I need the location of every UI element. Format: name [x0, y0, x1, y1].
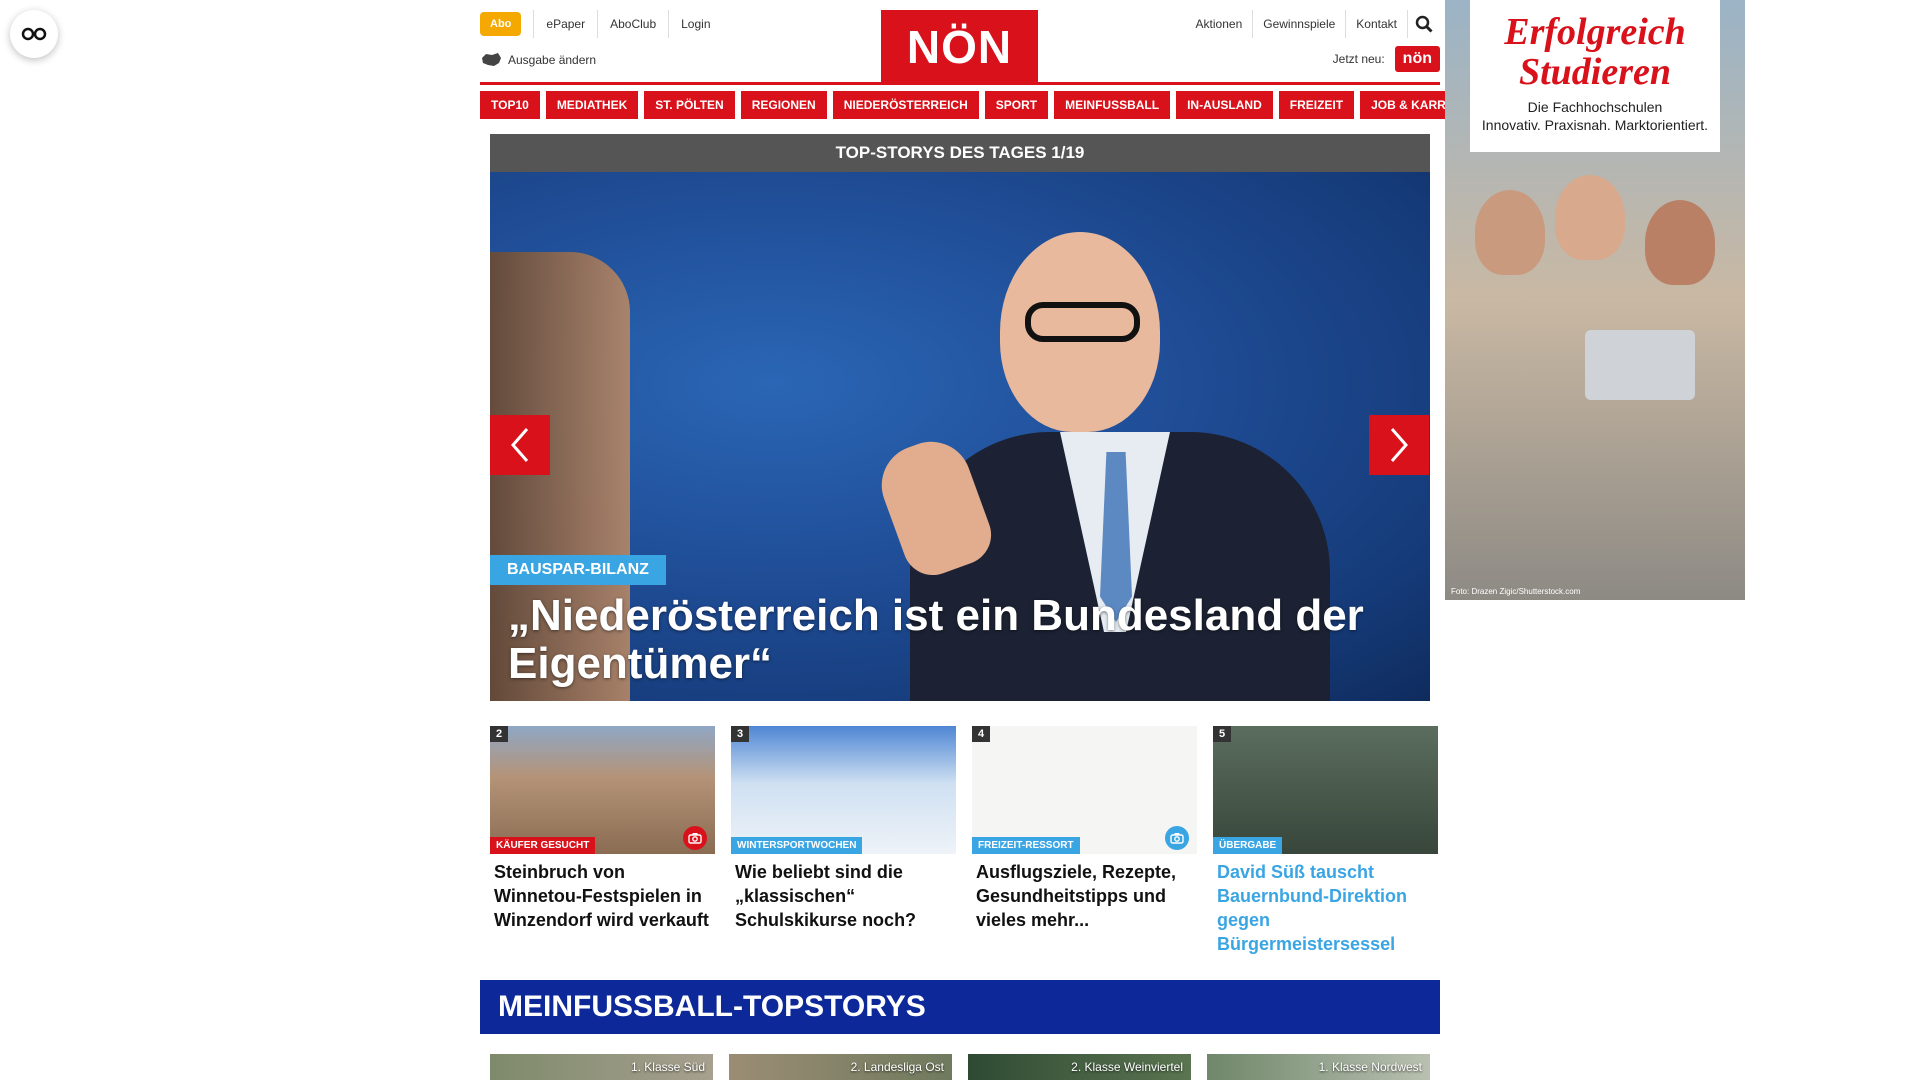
carousel-prev-button[interactable] [490, 415, 550, 475]
teaser-number: 3 [731, 726, 750, 742]
teaser-image: 2 KÄUFER GESUCHT [490, 726, 715, 854]
teaser-image: 4 FREIZEIT-RESSORT [972, 726, 1197, 854]
abo-button[interactable]: Abo [480, 12, 522, 36]
kontakt-link[interactable]: Kontakt [1346, 10, 1408, 38]
teaser-card[interactable]: 3 WINTERSPORTWOCHEN Wie beliebt sind die… [731, 726, 956, 956]
teaser-title[interactable]: Wie beliebt sind die „klassischen“ Schul… [731, 860, 956, 932]
top-stories-heading: TOP-STORYS DES TAGES 1/19 [490, 134, 1430, 172]
camera-icon [1165, 826, 1189, 850]
category-st-poelten[interactable]: ST. PÖLTEN [644, 91, 735, 119]
teaser-tag: ÜBERGABE [1213, 837, 1283, 854]
category-meinfussball[interactable]: MEINFUSSBALL [1054, 91, 1171, 119]
league-label: 2. Klasse Weinviertel [1071, 1060, 1183, 1074]
teaser-title[interactable]: Ausflugsziele, Rezepte, Gesundheitstipps… [972, 860, 1197, 932]
ad-person-figure [1645, 200, 1715, 285]
category-in-ausland[interactable]: IN-AUSLAND [1176, 91, 1273, 119]
category-navigation: TOP10 MEDIATHEK ST. PÖLTEN REGIONEN NIED… [480, 91, 1485, 119]
teaser-tag: WINTERSPORTWOCHEN [731, 837, 863, 854]
logo-text: NÖN [906, 21, 1013, 73]
category-mediathek[interactable]: MEDIATHEK [545, 91, 639, 119]
hero-headline[interactable]: „Niederösterreich ist ein Bundesland der… [508, 592, 1408, 688]
meinfussball-card[interactable]: 1. Klasse Nordwest [1207, 1054, 1430, 1080]
advertisement-banner[interactable]: Erfolgreich Studieren Die Fachhochschule… [1445, 0, 1745, 600]
category-sport[interactable]: SPORT [984, 91, 1049, 119]
ad-subline-2: Innovativ. Praxisnah. Marktorientiert. [1481, 117, 1709, 133]
league-label: 1. Klasse Süd [630, 1060, 705, 1074]
meinfussball-card[interactable]: 2. Klasse Weinviertel [968, 1054, 1191, 1080]
search-icon [1415, 15, 1433, 33]
epaper-link[interactable]: ePaper [533, 10, 597, 38]
ad-laptop [1585, 330, 1695, 400]
carousel-next-button[interactable] [1369, 415, 1429, 475]
teaser-number: 2 [490, 726, 509, 742]
league-label: 1. Klasse Nordwest [1318, 1060, 1422, 1074]
ad-subline-1: Die Fachhochschulen [1527, 99, 1663, 115]
teaser-image: 5 ÜBERGABE [1213, 726, 1438, 854]
gewinnspiele-link[interactable]: Gewinnspiele [1253, 10, 1347, 38]
chevron-left-icon [511, 428, 529, 462]
new-offer: Jetzt neu: nön [1333, 46, 1440, 72]
aktionen-link[interactable]: Aktionen [1186, 10, 1254, 38]
teaser-title[interactable]: David Süß tauscht Bauernbund-Direktion g… [1213, 860, 1438, 956]
category-niederoesterreich[interactable]: NIEDERÖSTERREICH [832, 91, 979, 119]
header-divider [480, 82, 1440, 85]
teaser-number: 5 [1213, 726, 1232, 742]
teaser-card[interactable]: 2 KÄUFER GESUCHT Steinbruch von Winnetou… [490, 726, 715, 956]
meinfussball-card[interactable]: 2. Landesliga Ost [729, 1054, 952, 1080]
service-navigation: Aktionen Gewinnspiele Kontakt [1186, 10, 1440, 38]
teaser-number: 4 [972, 726, 991, 742]
teaser-card[interactable]: 5 ÜBERGABE David Süß tauscht Bauernbund-… [1213, 726, 1438, 956]
category-freizeit[interactable]: FREIZEIT [1278, 91, 1355, 119]
teaser-tag: KÄUFER GESUCHT [490, 837, 596, 854]
accessibility-button[interactable] [10, 10, 58, 58]
teaser-image: 3 WINTERSPORTWOCHEN [731, 726, 956, 854]
aboclub-link[interactable]: AboClub [597, 10, 668, 38]
ad-headline-line2: Studieren [1518, 51, 1672, 93]
meinfussball-card[interactable]: 1. Klasse Süd [490, 1054, 713, 1080]
site-logo[interactable]: NÖN [881, 10, 1038, 84]
new-offer-badge[interactable]: nön [1394, 46, 1440, 72]
edition-switcher[interactable]: Ausgabe ändern [480, 52, 596, 68]
teaser-row: 2 KÄUFER GESUCHT Steinbruch von Winnetou… [490, 726, 1438, 956]
glasses-icon [21, 27, 47, 41]
ad-photo-credit: Foto: Drazen Zigic/Shutterstock.com [1451, 587, 1581, 596]
ad-person-figure [1555, 175, 1625, 260]
chevron-right-icon [1390, 428, 1408, 462]
ad-person-figure [1475, 190, 1545, 275]
teaser-card[interactable]: 4 FREIZEIT-RESSORT Ausflugsziele, Rezept… [972, 726, 1197, 956]
league-label: 2. Landesliga Ost [850, 1060, 944, 1074]
glasses-shape [1025, 302, 1140, 342]
new-offer-label: Jetzt neu: [1332, 52, 1385, 66]
ad-headline-line1: Erfolgreich [1504, 11, 1686, 53]
login-link[interactable]: Login [668, 10, 722, 38]
teaser-tag: FREIZEIT-RESSORT [972, 837, 1080, 854]
category-regionen[interactable]: REGIONEN [740, 91, 827, 119]
site-header: Abo ePaper AboClub Login Ausgabe ändern … [480, 0, 1440, 85]
teaser-title[interactable]: Steinbruch von Winnetou-Festspielen in W… [490, 860, 715, 932]
ad-text-box: Erfolgreich Studieren Die Fachhochschule… [1470, 0, 1720, 152]
edition-label: Ausgabe ändern [508, 53, 597, 67]
category-top10[interactable]: TOP10 [480, 91, 540, 119]
meinfussball-section-heading[interactable]: MEINFUSSBALL-TOPSTORYS [480, 980, 1440, 1034]
camera-icon [683, 826, 707, 850]
hero-kicker[interactable]: BAUSPAR-BILANZ [490, 555, 666, 585]
search-button[interactable] [1408, 10, 1440, 38]
meinfussball-row: 1. Klasse Süd 2. Landesliga Ost 2. Klass… [490, 1054, 1430, 1080]
map-icon [482, 53, 501, 66]
top-navigation: Abo ePaper AboClub Login [480, 10, 723, 38]
